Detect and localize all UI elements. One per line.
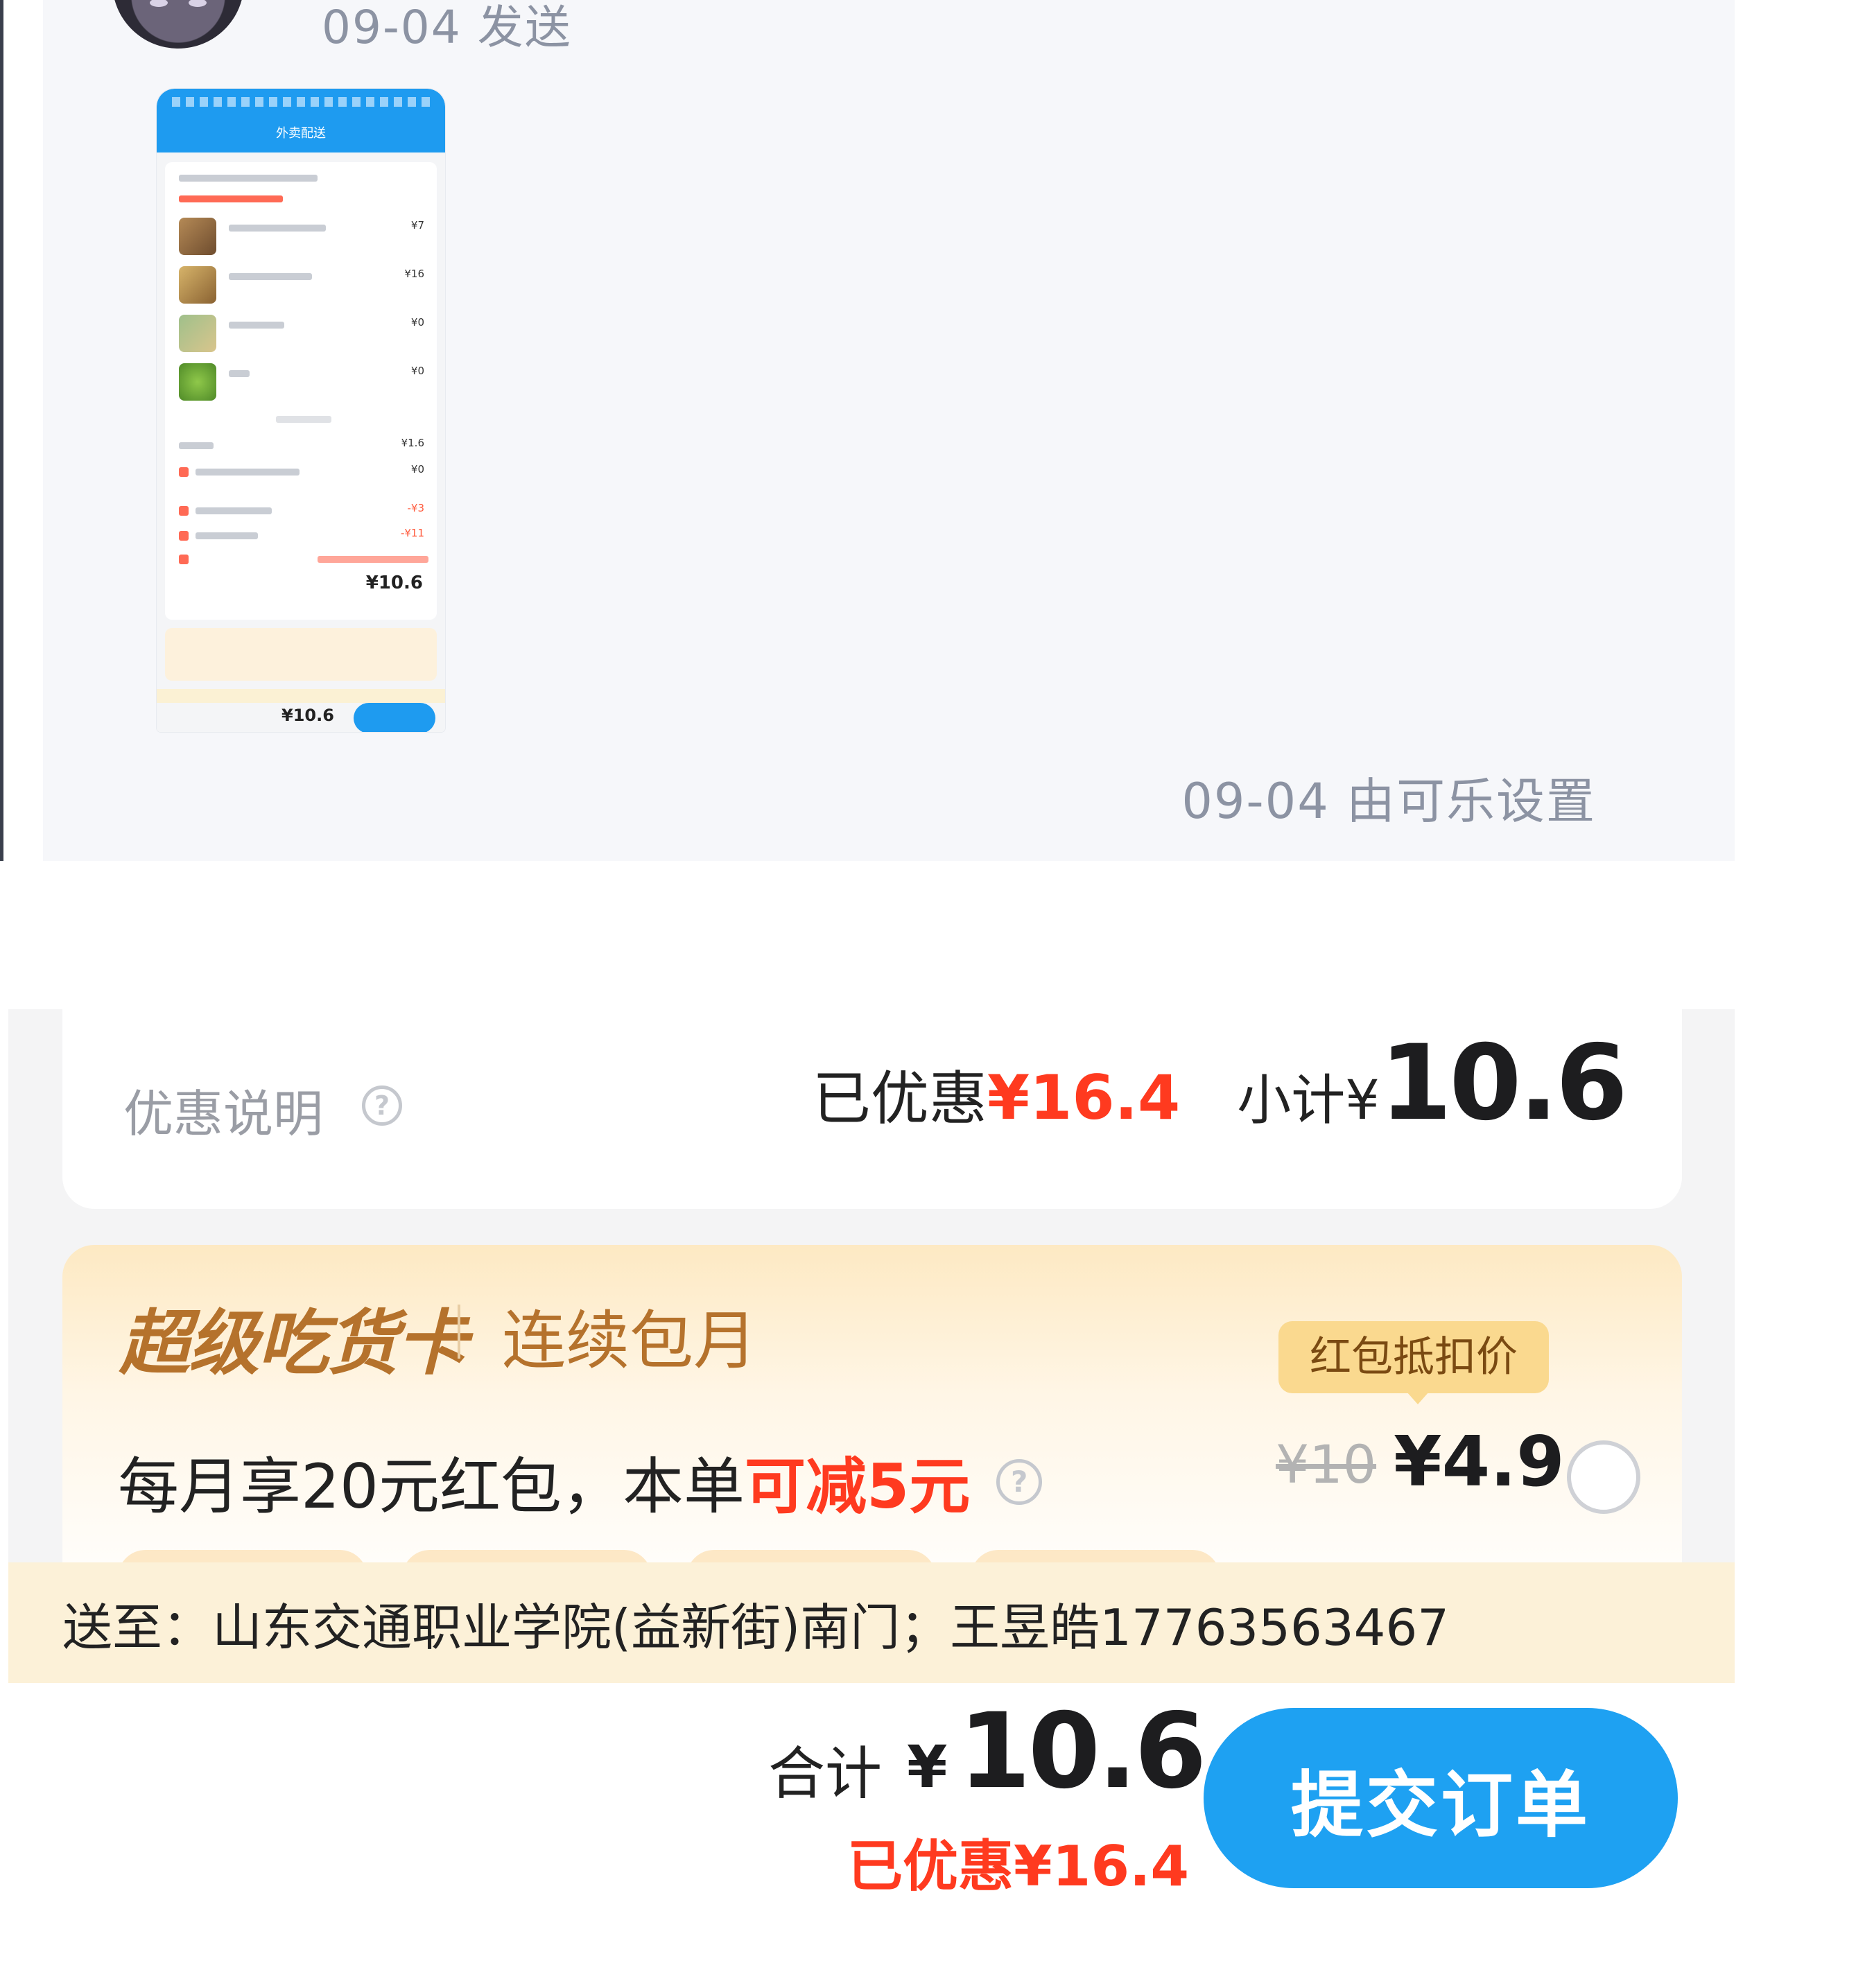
thumbnail-red-tag [179,555,189,564]
total-amount: ¥10.6 [907,1691,1207,1812]
vip-select-radio[interactable] [1567,1440,1640,1514]
chat-region: 09-04 发送 外卖配送 ¥7 ¥16 ¥0 ¥0 ¥1.6 ¥0 -¥3 -… [0,0,1865,861]
thumbnail-price: ¥0 [410,316,424,329]
order-summary-card: 优惠说明 ? 已优惠 ¥16.4 小计¥ 10.6 [62,1009,1682,1209]
thumbnail-red-tag [179,467,189,477]
discount-explanation-label[interactable]: 优惠说明 [123,1073,323,1146]
food-image [179,363,216,401]
thumbnail-text-line [179,175,318,182]
submit-order-button[interactable]: 提交订单 [1204,1708,1678,1888]
screenshot-thumbnail[interactable]: 外卖配送 ¥7 ¥16 ¥0 ¥0 ¥1.6 ¥0 -¥3 -¥11 ¥10.6… [157,89,445,732]
thumbnail-order-panel: ¥7 ¥16 ¥0 ¥0 ¥1.6 ¥0 -¥3 -¥11 ¥10.6 [165,162,437,620]
thumbnail-body: ¥7 ¥16 ¥0 ¥0 ¥1.6 ¥0 -¥3 -¥11 ¥10.6 ¥10.… [157,152,445,732]
subtotal-row: 已优惠 ¥16.4 小计¥ 10.6 [812,1023,1628,1144]
total-label: 合计 [768,1741,883,1807]
thumbnail-price: ¥1.6 [401,437,424,449]
vip-card-subtitle: 连续包月 [502,1304,758,1378]
thumbnail-price: -¥11 [400,527,424,539]
red-packet-price-badge: 红包抵扣价 [1278,1321,1549,1404]
thumbnail-red-tag [179,531,189,541]
thumbnail-total: ¥10.6 [281,706,334,725]
order-screenshot: 优惠说明 ? 已优惠 ¥16.4 小计¥ 10.6 超级吃货卡 连续包月 红包抵… [8,1009,1735,1988]
thumbnail-address-bar [157,689,445,703]
saved-amount: ¥16.4 [987,1062,1181,1133]
total-value: 10.6 [958,1691,1206,1812]
total-saved: 已优惠¥16.4 [847,1834,1190,1899]
thumbnail-text-line [318,556,428,563]
thumbnail-price: -¥3 [407,502,425,514]
saved-label: 已优惠 [812,1065,987,1133]
vip-original-price: ¥10 [1276,1433,1377,1495]
thumbnail-price: ¥0 [410,365,424,377]
vip-desc-text: 每月享20元红包，本单 [118,1451,745,1522]
thumbnail-header: 外卖配送 [157,89,445,152]
currency-symbol: ¥ [907,1733,947,1801]
thumbnail-text-line [179,442,214,449]
thumbnail-text-line [196,469,300,476]
help-icon[interactable]: ? [996,1458,1043,1505]
thumbnail-text-line [229,322,284,329]
thumbnail-subtotal: ¥10.6 [365,573,423,593]
vip-membership-card[interactable]: 超级吃货卡 连续包月 红包抵扣价 每月享20元红包，本单 可减5元 ? ¥10 … [62,1245,1682,1605]
food-image [179,266,216,304]
vip-discount-price: ¥4.9 [1394,1421,1565,1502]
avatar-eye [150,0,168,7]
thumbnail-vip-card [165,628,437,681]
thumbnail-text-line [229,370,250,377]
avatar[interactable] [112,0,244,49]
thumbnail-price: ¥7 [410,219,424,232]
divider [458,1305,460,1359]
avatar-eye [189,0,207,7]
thumbnail-text-line [276,416,331,423]
thumbnail-price: ¥0 [410,463,424,476]
food-image [179,315,216,352]
chat-message-card: 09-04 发送 外卖配送 ¥7 ¥16 ¥0 ¥0 ¥1.6 ¥0 -¥3 -… [43,0,1735,861]
food-image [179,218,216,255]
thumbnail-status-bar [172,97,430,107]
thumbnail-text-line [179,195,283,202]
window-edge [0,0,3,861]
delivery-address: 送至：山东交通职业学院(益新街)南门；王昱皓17763563467 [62,1598,1450,1657]
vip-card-title: 超级吃货卡 [119,1302,467,1385]
thumbnail-red-tag [179,506,189,516]
message-set-time: 09-04 由可乐设置 [1181,773,1596,830]
subtotal-amount: 10.6 [1379,1023,1628,1144]
subtotal-label: 小计¥ [1237,1070,1380,1132]
vip-desc-highlight: 可减5元 [744,1451,971,1522]
thumbnail-title: 外卖配送 [276,126,326,141]
thumbnail-submit-button [354,703,435,732]
vip-description: 每月享20元红包，本单 可减5元 ? [118,1438,1043,1526]
thumbnail-price: ¥16 [404,268,424,280]
checkout-bar: 合计 ¥10.6 已优惠¥16.4 提交订单 [8,1683,1735,1988]
vip-option-tabs [118,1550,1310,1578]
message-sent-time: 09-04 发送 [322,1,572,54]
delivery-address-bar[interactable]: 送至：山东交通职业学院(益新街)南门；王昱皓17763563467 [8,1562,1735,1683]
help-icon[interactable]: ? [362,1085,402,1126]
thumbnail-text-line [196,532,258,539]
thumbnail-text-line [229,225,326,232]
thumbnail-text-line [196,507,272,514]
thumbnail-text-line [229,273,312,280]
